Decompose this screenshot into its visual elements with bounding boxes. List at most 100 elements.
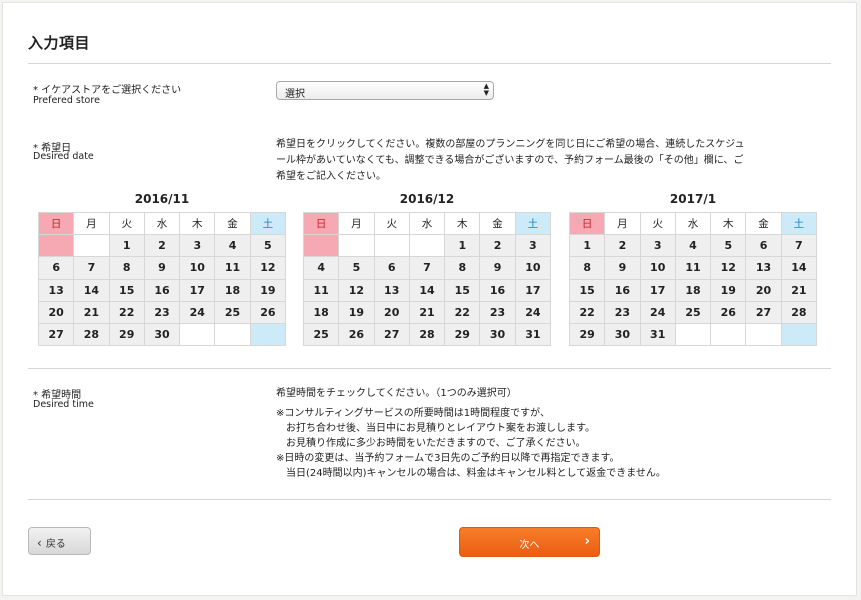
- day-cell[interactable]: 28: [408, 322, 446, 347]
- day-cell[interactable]: 1: [108, 234, 145, 258]
- day-cell[interactable]: 28: [780, 300, 818, 324]
- day-cell[interactable]: 25: [302, 322, 340, 347]
- day-cell[interactable]: 16: [143, 278, 181, 302]
- day-cell[interactable]: 29: [108, 322, 145, 347]
- day-cell[interactable]: 11: [214, 256, 251, 280]
- day-cell[interactable]: 3: [639, 234, 676, 258]
- day-cell[interactable]: 25: [214, 300, 251, 324]
- day-cell[interactable]: 30: [604, 322, 641, 347]
- day-cell[interactable]: 17: [514, 278, 552, 302]
- day-cell[interactable]: 14: [73, 278, 110, 302]
- day-cell[interactable]: 16: [604, 278, 641, 302]
- day-cell[interactable]: 4: [214, 234, 251, 258]
- day-cell[interactable]: 30: [143, 322, 181, 347]
- day-cell[interactable]: 11: [674, 256, 712, 280]
- day-cell[interactable]: 3: [179, 234, 216, 258]
- day-cell[interactable]: 14: [780, 256, 818, 280]
- day-cell[interactable]: 29: [444, 322, 481, 347]
- day-cell[interactable]: 2: [479, 234, 516, 258]
- day-cell[interactable]: 12: [710, 256, 747, 280]
- day-cell[interactable]: 27: [37, 322, 75, 347]
- day-cell[interactable]: 6: [37, 256, 75, 280]
- day-cell[interactable]: 9: [479, 256, 516, 280]
- day-cell[interactable]: 15: [444, 278, 481, 302]
- empty-day-cell: [302, 234, 340, 258]
- day-cell[interactable]: 10: [514, 256, 552, 280]
- day-cell[interactable]: 22: [108, 300, 145, 324]
- day-cell[interactable]: 4: [674, 234, 712, 258]
- day-cell[interactable]: 17: [179, 278, 216, 302]
- day-cell[interactable]: 24: [639, 300, 676, 324]
- day-cell[interactable]: 13: [745, 256, 782, 280]
- day-cell[interactable]: 19: [249, 278, 287, 302]
- day-cell[interactable]: 19: [338, 300, 375, 324]
- day-cell[interactable]: 18: [674, 278, 712, 302]
- day-cell[interactable]: 19: [710, 278, 747, 302]
- day-cell[interactable]: 7: [780, 234, 818, 258]
- day-cell[interactable]: 21: [408, 300, 446, 324]
- store-select[interactable]: 選択 ▲ ▼: [276, 81, 494, 100]
- day-cell[interactable]: 26: [338, 322, 375, 347]
- day-cell[interactable]: 4: [302, 256, 340, 280]
- day-cell[interactable]: 25: [674, 300, 712, 324]
- day-cell[interactable]: 20: [373, 300, 410, 324]
- day-cell[interactable]: 14: [408, 278, 446, 302]
- day-cell[interactable]: 23: [143, 300, 181, 324]
- day-cell[interactable]: 22: [568, 300, 606, 324]
- calendar-month-title: 2016/12: [399, 192, 455, 206]
- day-cell[interactable]: 26: [249, 300, 287, 324]
- day-cell[interactable]: 8: [108, 256, 145, 280]
- day-cell[interactable]: 9: [143, 256, 181, 280]
- day-cell[interactable]: 17: [639, 278, 676, 302]
- day-cell[interactable]: 22: [444, 300, 481, 324]
- date-note-line: ール枠があいていなくても、調整できる場合がございますので、予約フォーム最後の「そ…: [276, 155, 744, 166]
- next-button[interactable]: 次へ ›: [459, 527, 600, 557]
- day-cell[interactable]: 31: [639, 322, 676, 347]
- day-cell[interactable]: 27: [373, 322, 410, 347]
- day-cell[interactable]: 24: [514, 300, 552, 324]
- day-cell[interactable]: 21: [73, 300, 110, 324]
- back-button[interactable]: ‹ 戻る: [28, 527, 91, 555]
- day-cell[interactable]: 9: [604, 256, 641, 280]
- day-cell[interactable]: 20: [37, 300, 75, 324]
- day-cell[interactable]: 5: [338, 256, 375, 280]
- day-cell[interactable]: 13: [373, 278, 410, 302]
- day-cell[interactable]: 23: [604, 300, 641, 324]
- day-cell[interactable]: 6: [373, 256, 410, 280]
- day-cell[interactable]: 28: [73, 322, 110, 347]
- day-cell[interactable]: 7: [73, 256, 110, 280]
- day-cell[interactable]: 27: [745, 300, 782, 324]
- day-cell[interactable]: 3: [514, 234, 552, 258]
- day-cell[interactable]: 15: [108, 278, 145, 302]
- day-cell[interactable]: 26: [710, 300, 747, 324]
- day-cell[interactable]: 8: [444, 256, 481, 280]
- day-cell[interactable]: 21: [780, 278, 818, 302]
- day-cell[interactable]: 6: [745, 234, 782, 258]
- day-cell[interactable]: 7: [408, 256, 446, 280]
- empty-day-cell: [745, 322, 782, 347]
- day-cell[interactable]: 18: [214, 278, 251, 302]
- day-cell[interactable]: 2: [143, 234, 181, 258]
- day-cell[interactable]: 10: [179, 256, 216, 280]
- day-cell[interactable]: 16: [479, 278, 516, 302]
- day-cell[interactable]: 31: [514, 322, 552, 347]
- day-cell[interactable]: 18: [302, 300, 340, 324]
- day-cell[interactable]: 10: [639, 256, 676, 280]
- day-cell[interactable]: 30: [479, 322, 516, 347]
- day-cell[interactable]: 29: [568, 322, 606, 347]
- day-cell[interactable]: 13: [37, 278, 75, 302]
- day-cell[interactable]: 11: [302, 278, 340, 302]
- day-cell[interactable]: 1: [568, 234, 606, 258]
- day-cell[interactable]: 12: [338, 278, 375, 302]
- day-cell[interactable]: 1: [444, 234, 481, 258]
- day-cell[interactable]: 8: [568, 256, 606, 280]
- day-cell[interactable]: 5: [710, 234, 747, 258]
- day-cell[interactable]: 23: [479, 300, 516, 324]
- day-cell[interactable]: 24: [179, 300, 216, 324]
- time-note-line: ※日時の変更は、当予約フォームで3日先のご予約日以降で再指定できます。: [276, 453, 620, 464]
- day-cell[interactable]: 20: [745, 278, 782, 302]
- day-cell[interactable]: 5: [249, 234, 287, 258]
- day-cell[interactable]: 15: [568, 278, 606, 302]
- day-cell[interactable]: 12: [249, 256, 287, 280]
- day-cell[interactable]: 2: [604, 234, 641, 258]
